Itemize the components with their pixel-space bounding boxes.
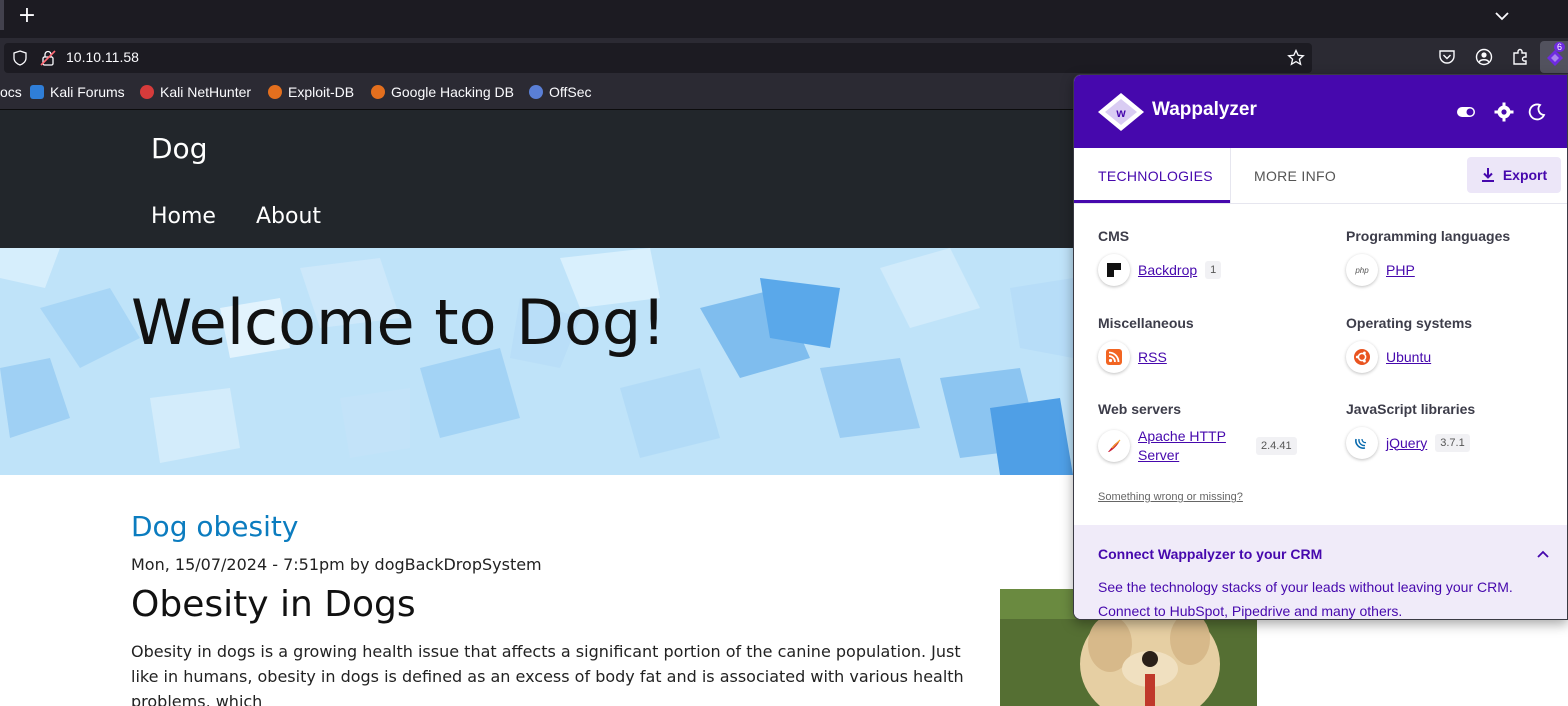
backdrop-icon — [1098, 254, 1130, 286]
offsec-favicon-icon — [529, 85, 543, 99]
main-content: Dog obesity Mon, 15/07/2024 - 7:51pm by … — [131, 510, 991, 706]
menu-item-about[interactable]: About — [256, 204, 321, 229]
bookmark-offsec[interactable]: OffSec — [529, 84, 592, 100]
category-miscellaneous: Miscellaneous — [1098, 315, 1194, 331]
export-label: Export — [1502, 167, 1548, 183]
bookmark-star-icon[interactable] — [1287, 49, 1305, 67]
wappalyzer-title: Wappalyzer — [1152, 99, 1257, 120]
crm-promo-panel: Connect Wappalyzer to your CRM See the t… — [1074, 525, 1567, 619]
url-bar[interactable]: 10.10.11.58 — [4, 43, 1312, 73]
bookmark-docs[interactable]: ocs — [0, 84, 22, 100]
bookmark-label: Exploit-DB — [288, 84, 355, 100]
tech-item-php: php PHP — [1346, 254, 1415, 286]
tech-item-rss: RSS — [1098, 341, 1167, 373]
account-icon[interactable] — [1475, 48, 1493, 66]
bookmark-label: ocs — [0, 84, 22, 100]
apache-feather-icon — [1098, 430, 1130, 462]
tab-divider — [1230, 148, 1231, 203]
tech-version-badge: 2.4.41 — [1256, 437, 1297, 455]
toggle-switch-icon[interactable] — [1456, 102, 1476, 122]
tech-link-rss[interactable]: RSS — [1138, 348, 1167, 367]
bookmark-label: Kali NetHunter — [160, 84, 252, 100]
tech-item-backdrop: Backdrop 1 — [1098, 254, 1222, 286]
tech-item-ubuntu: Ubuntu — [1346, 341, 1431, 373]
crm-description: See the technology stacks of your leads … — [1098, 579, 1513, 619]
url-text[interactable]: 10.10.11.58 — [66, 49, 139, 65]
exploit-db-favicon-icon — [268, 85, 282, 99]
bookmark-label: Google Hacking DB — [391, 84, 514, 100]
menu-item-home[interactable]: Home — [151, 204, 216, 229]
category-web-servers: Web servers — [1098, 401, 1182, 417]
bookmark-exploit-db[interactable]: Exploit-DB — [268, 84, 354, 100]
feedback-link[interactable]: Something wrong or missing? — [1098, 491, 1243, 503]
wappalyzer-toolbar-button[interactable]: 6 — [1540, 41, 1568, 73]
shield-icon[interactable] — [12, 50, 28, 66]
settings-gear-icon[interactable] — [1494, 102, 1514, 122]
extension-badge: 6 — [1553, 42, 1565, 52]
post-meta: Mon, 15/07/2024 - 7:51pm by dogBackDropS… — [131, 555, 542, 574]
bookmark-kali-nethunter[interactable]: Kali NetHunter — [140, 84, 251, 100]
tech-link-php[interactable]: PHP — [1386, 261, 1415, 280]
tech-link-jquery[interactable]: jQuery — [1386, 434, 1427, 453]
dark-mode-moon-icon[interactable] — [1527, 102, 1547, 122]
bookmark-label: OffSec — [549, 84, 592, 100]
post-heading: Obesity in Dogs — [131, 584, 416, 625]
ubuntu-icon — [1346, 341, 1378, 373]
bookmark-google-hacking-db[interactable]: Google Hacking DB — [371, 84, 514, 100]
tech-version-badge: 3.7.1 — [1435, 434, 1470, 452]
jquery-icon — [1346, 427, 1378, 459]
download-icon — [1481, 168, 1494, 182]
ghdb-favicon-icon — [371, 85, 385, 99]
export-button[interactable]: Export — [1467, 157, 1561, 193]
post-title-link[interactable]: Dog obesity — [131, 510, 991, 543]
active-tab-indicator — [1074, 200, 1230, 203]
wappalyzer-logo-icon: w — [1098, 93, 1144, 131]
kali-forums-favicon-icon — [30, 85, 44, 99]
tech-link-backdrop[interactable]: Backdrop — [1138, 261, 1197, 280]
tech-link-apache[interactable]: Apache HTTP Server — [1138, 427, 1248, 465]
category-operating-systems: Operating systems — [1346, 315, 1473, 331]
bookmark-kali-forums[interactable]: Kali Forums — [30, 84, 125, 100]
site-name-link[interactable]: Dog — [151, 132, 207, 165]
kali-nethunter-favicon-icon — [140, 85, 154, 99]
list-all-tabs-chevron-icon[interactable] — [1492, 6, 1512, 26]
chevron-up-icon[interactable] — [1536, 548, 1550, 560]
category-javascript-libraries: JavaScript libraries — [1346, 401, 1476, 417]
category-programming-languages: Programming languages — [1346, 228, 1511, 244]
category-cms: CMS — [1098, 228, 1130, 244]
tab-technologies[interactable]: TECHNOLOGIES — [1098, 168, 1213, 184]
php-icon: php — [1346, 254, 1378, 286]
insecure-lock-icon[interactable] — [40, 49, 56, 67]
main-menu: Home About — [151, 204, 321, 229]
post-body: Obesity in dogs is a growing health issu… — [131, 642, 964, 706]
wappalyzer-popup: w Wappalyzer TECHNOLOGIES MORE INFO Expo… — [1073, 74, 1568, 620]
tech-version-badge: 1 — [1205, 261, 1222, 279]
new-tab-plus-icon[interactable]: + — [14, 4, 40, 30]
crm-title[interactable]: Connect Wappalyzer to your CRM — [1098, 546, 1322, 562]
tab-edge — [0, 0, 4, 30]
tech-link-ubuntu[interactable]: Ubuntu — [1386, 348, 1431, 367]
svg-text:w: w — [1115, 106, 1126, 120]
rss-icon — [1098, 341, 1130, 373]
pocket-icon[interactable] — [1438, 49, 1456, 65]
hero-title: Welcome to Dog! — [131, 286, 667, 359]
tech-item-jquery: jQuery 3.7.1 — [1346, 427, 1470, 459]
navigation-toolbar: 10.10.11.58 6 — [0, 38, 1568, 75]
wappalyzer-header: w Wappalyzer — [1074, 75, 1567, 148]
tech-item-apache: Apache HTTP Server 2.4.41 — [1098, 427, 1297, 465]
tab-strip: + — [0, 0, 1568, 38]
tab-more-info[interactable]: MORE INFO — [1254, 168, 1336, 184]
wappalyzer-tabs: TECHNOLOGIES MORE INFO Export — [1074, 148, 1567, 204]
extensions-puzzle-icon[interactable] — [1511, 48, 1529, 66]
bookmark-label: Kali Forums — [50, 84, 125, 100]
